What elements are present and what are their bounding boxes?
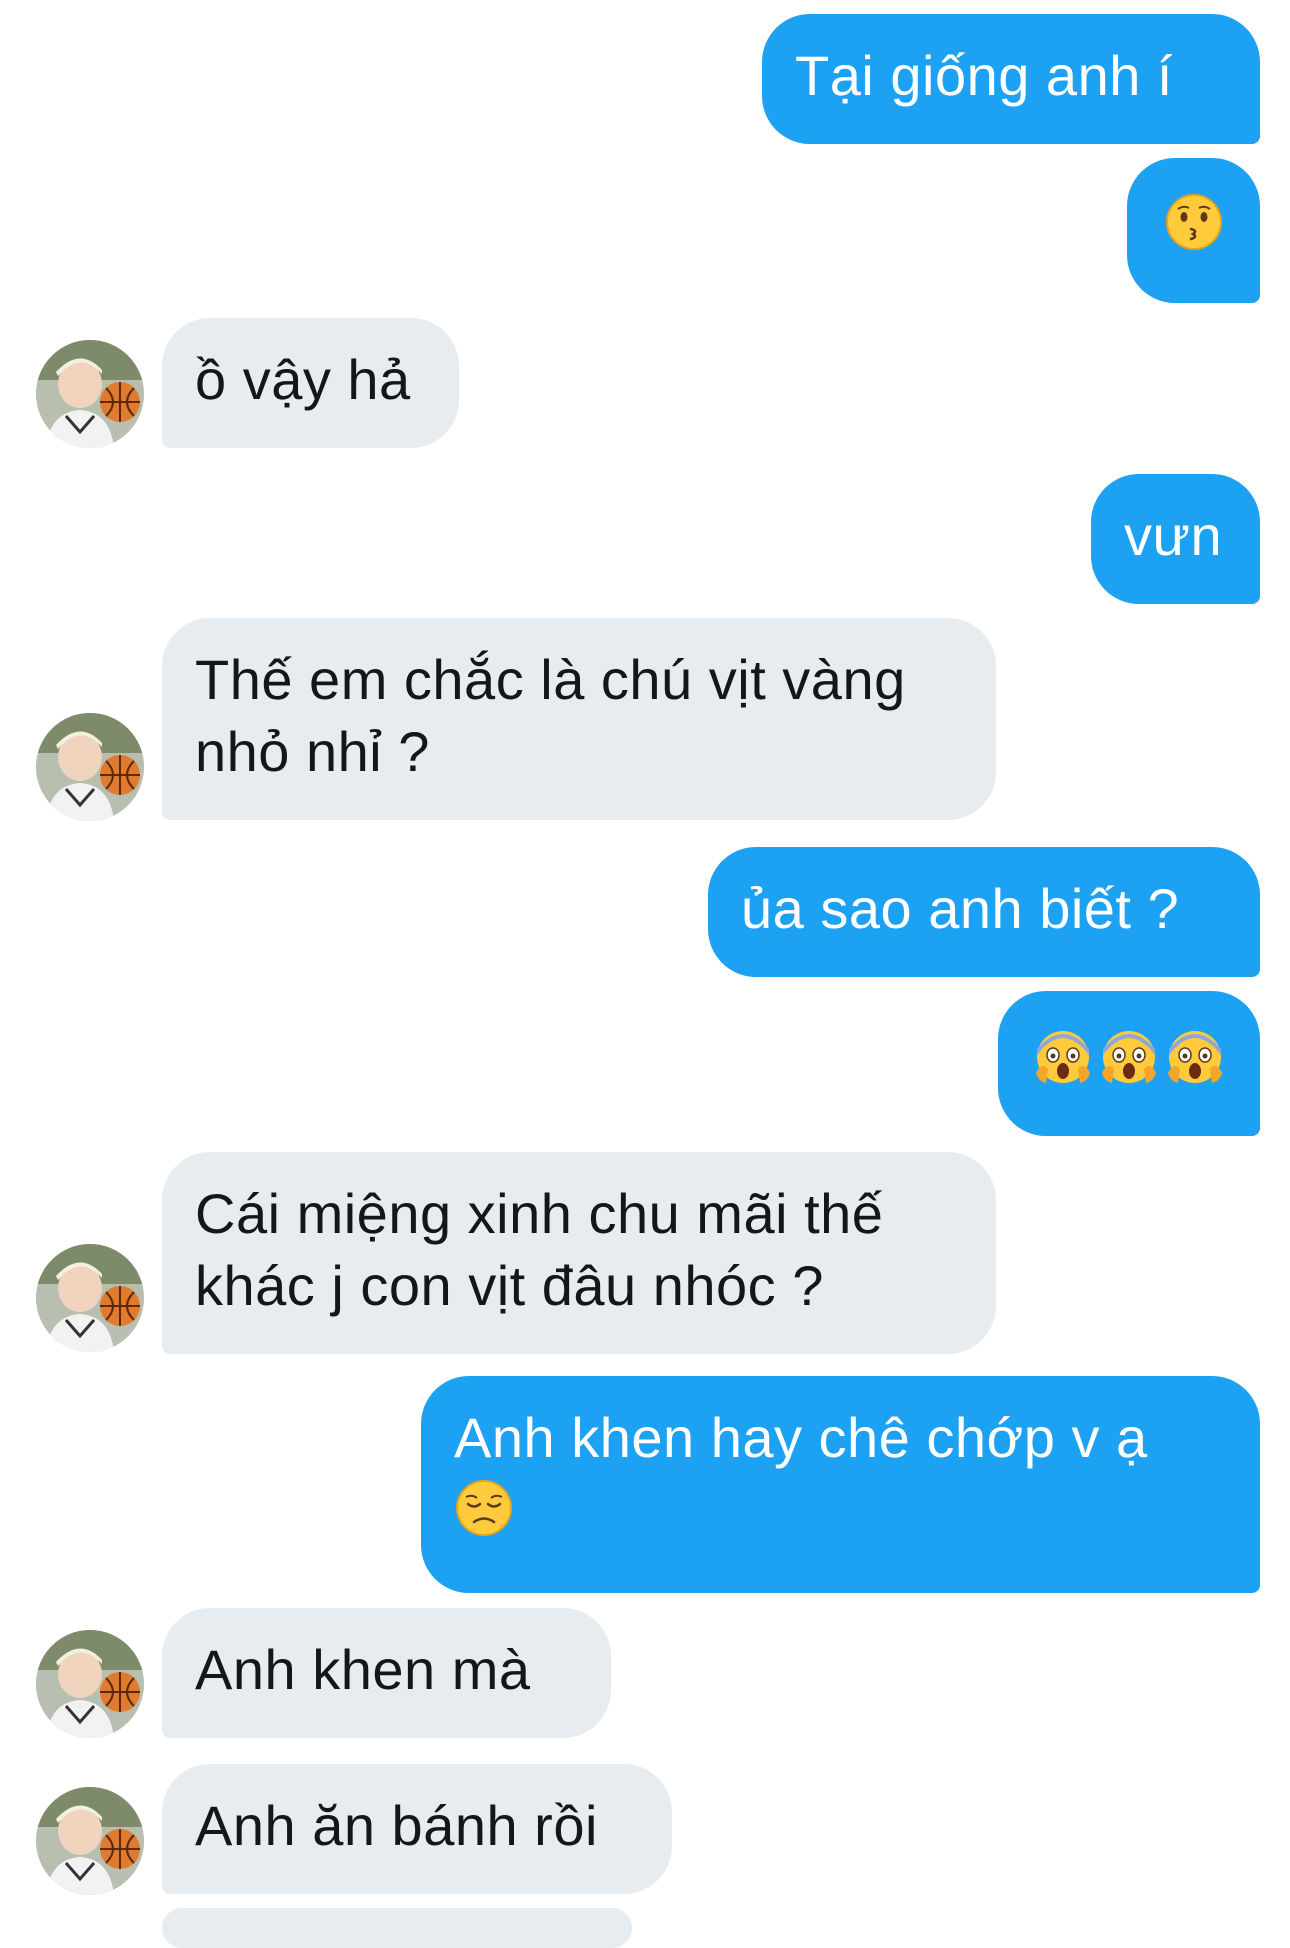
- message-text: Anh khen mà: [195, 1638, 531, 1701]
- face-screaming-in-fear-icon: [1100, 1025, 1158, 1102]
- message-bubble-incoming[interactable]: Cái miệng xinh chu mãi thế khác j con vị…: [162, 1152, 996, 1354]
- message-bubble-outgoing[interactable]: ủa sao anh biết ?: [708, 847, 1260, 977]
- message-text: Anh khen hay chê chớp v ạ: [454, 1406, 1148, 1469]
- message-bubble-incoming[interactable]: Anh khen mà: [162, 1608, 611, 1738]
- message-text: ồ vậy hả: [195, 348, 411, 411]
- chat-thread: Tại giống anh í ồ vậy hả vưn Thế em chắc…: [0, 0, 1290, 1948]
- kissing-face-icon: [1164, 192, 1224, 269]
- message-text: ủa sao anh biết ?: [741, 877, 1180, 940]
- message-bubble-outgoing[interactable]: [998, 991, 1260, 1136]
- contact-avatar[interactable]: [36, 1630, 144, 1738]
- contact-avatar[interactable]: [36, 1244, 144, 1352]
- message-bubble-incoming[interactable]: ồ vậy hả: [162, 318, 459, 448]
- contact-avatar[interactable]: [36, 1787, 144, 1895]
- message-bubble-outgoing[interactable]: Anh khen hay chê chớp v ạ: [421, 1376, 1260, 1593]
- contact-avatar[interactable]: [36, 713, 144, 821]
- message-bubble-outgoing[interactable]: [1127, 158, 1260, 303]
- message-text: Anh ăn bánh rồi: [195, 1794, 598, 1857]
- message-bubble-incoming[interactable]: Anh ăn bánh rồi: [162, 1764, 672, 1894]
- message-text: Thế em chắc là chú vịt vàng nhỏ nhỉ ?: [195, 648, 906, 783]
- message-bubble-incoming-partial[interactable]: [162, 1908, 632, 1948]
- face-screaming-in-fear-icon: [1034, 1025, 1092, 1102]
- disappointed-face-icon: [454, 1478, 514, 1555]
- message-bubble-outgoing[interactable]: Tại giống anh í: [762, 14, 1260, 144]
- face-screaming-in-fear-icon: [1166, 1025, 1224, 1102]
- contact-avatar[interactable]: [36, 340, 144, 448]
- message-text: Tại giống anh í: [795, 44, 1173, 107]
- message-text: Cái miệng xinh chu mãi thế khác j con vị…: [195, 1182, 884, 1317]
- message-bubble-outgoing[interactable]: vưn: [1091, 474, 1260, 604]
- message-text: vưn: [1124, 504, 1223, 567]
- message-bubble-incoming[interactable]: Thế em chắc là chú vịt vàng nhỏ nhỉ ?: [162, 618, 996, 820]
